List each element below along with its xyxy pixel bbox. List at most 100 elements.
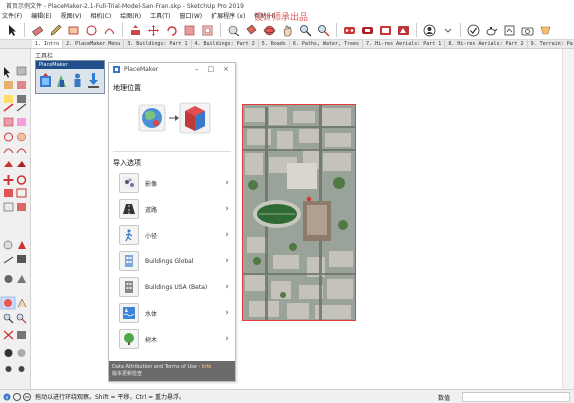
placemaker-logo-icon — [113, 65, 120, 73]
location-section-title: 地理位置 — [113, 84, 141, 92]
chevron-right-icon: › — [225, 308, 229, 318]
placemaker-import-icon[interactable] — [39, 72, 52, 89]
left-tool-icons[interactable] — [0, 49, 31, 389]
scene-tab-aerials-1[interactable]: 7. Hi-res Aerials: Part 1 — [363, 40, 446, 48]
push-pull-icon[interactable] — [128, 23, 143, 38]
zoom-extents-icon[interactable] — [316, 23, 331, 38]
scene-tab-buildings-2[interactable]: 4. Buildings: Part 2 — [192, 40, 259, 48]
status-hint: 拖动以进行环绕观察。Shift = 平移，Ctrl = 重力悬浮。 — [35, 394, 185, 401]
arc-icon[interactable] — [102, 23, 117, 38]
right-panel-strip — [562, 49, 574, 389]
measurements-input[interactable] — [462, 392, 570, 402]
option-paths[interactable]: 小径 › — [109, 222, 235, 248]
watermark-text: 设计师承出品 — [254, 13, 309, 23]
option-buildings-global[interactable]: Buildings Global › — [109, 248, 235, 274]
aerial-map-image[interactable] — [242, 104, 356, 321]
buildings-usa-icon — [119, 277, 139, 297]
circle-icon[interactable] — [84, 23, 99, 38]
menu-window[interactable]: 窗口(W) — [180, 11, 203, 20]
scene-tab-intro[interactable]: 1. Intro — [32, 40, 64, 48]
floating-toolbar-title: PlaceMaker — [36, 61, 104, 69]
window-title: 首页示例文件 - PlaceMaker-2.1-Full-Trial-Model… — [6, 2, 244, 10]
roads-icon — [119, 199, 139, 219]
close-icon[interactable]: × — [223, 65, 229, 73]
scene-tab-aerials-2[interactable]: 8. Hi-res Aerials: Part 2 — [445, 40, 528, 48]
toolbar-separator — [122, 23, 123, 37]
sketchup-window: 首页示例文件 - PlaceMaker-2.1-Full-Trial-Model… — [0, 0, 574, 403]
check-icon[interactable] — [466, 23, 481, 38]
offset-icon[interactable] — [200, 23, 215, 38]
geo-location-icon[interactable] — [13, 392, 21, 401]
placemaker-person-icon[interactable] — [71, 72, 84, 89]
toolbar-separator — [336, 23, 337, 37]
main-toolbar — [0, 21, 574, 40]
menu-edit[interactable]: 编辑(E) — [31, 11, 51, 20]
layout-icon[interactable] — [378, 23, 393, 38]
camera-icon[interactable] — [520, 23, 535, 38]
menu-draw[interactable]: 绘图(R) — [120, 11, 141, 20]
menu-extensions[interactable]: 扩展程序 (x) — [211, 11, 245, 20]
option-trees[interactable]: 树木 › — [109, 326, 235, 352]
scene-tab-terrain[interactable]: 9. Terrain: Pa — [528, 40, 574, 48]
buildings-global-icon — [119, 251, 139, 271]
placemaker-dialog: PlaceMaker – □ × 地理位置 导入选项 影像 › 道路 › 小径 … — [108, 62, 236, 382]
pencil-icon[interactable] — [48, 23, 63, 38]
chevron-right-icon: › — [225, 334, 229, 344]
aerial-imagery-graphic — [243, 105, 355, 320]
extension-icon[interactable] — [360, 23, 375, 38]
chevron-down-icon[interactable] — [440, 23, 455, 38]
zoom-icon[interactable] — [298, 23, 313, 38]
info-circle-icon[interactable] — [3, 393, 11, 401]
option-buildings-global-label: Buildings Global — [145, 257, 194, 265]
credits-icon[interactable] — [23, 392, 31, 401]
pan-icon[interactable] — [280, 23, 295, 38]
rectangle-icon[interactable] — [66, 23, 81, 38]
tape-measure-icon[interactable] — [226, 23, 241, 38]
chevron-right-icon: › — [225, 230, 229, 240]
rotate-icon[interactable] — [164, 23, 179, 38]
paths-icon — [119, 225, 139, 245]
orbit-icon[interactable] — [262, 23, 277, 38]
scale-icon[interactable] — [182, 23, 197, 38]
option-roads[interactable]: 道路 › — [109, 196, 235, 222]
menu-file[interactable]: 文件(F) — [2, 11, 22, 20]
info-link[interactable]: Info — [202, 364, 211, 370]
imagery-icon — [119, 173, 139, 193]
option-buildings-usa-label: Buildings USA (Beta) — [145, 283, 208, 291]
warehouse-icon[interactable] — [342, 23, 357, 38]
select-icon[interactable] — [4, 23, 19, 38]
scene-tab-buildings-1[interactable]: 3. Buildings: Part 1 — [124, 40, 192, 48]
placemaker-location-icon[interactable] — [55, 72, 68, 89]
scene-icon[interactable] — [538, 23, 553, 38]
menu-view[interactable]: 视图(V) — [61, 11, 82, 20]
toolbar-separator — [220, 23, 221, 37]
floating-toolbar-label: 工具栏 — [35, 53, 54, 60]
maximize-icon[interactable]: □ — [208, 65, 215, 73]
scene-tab-placemaker-menu[interactable]: 2. PlaceMaker Menu — [63, 40, 125, 48]
placemaker-download-icon[interactable] — [87, 72, 100, 89]
move-icon[interactable] — [146, 23, 161, 38]
paint-bucket-icon[interactable] — [244, 23, 259, 38]
user-icon[interactable] — [422, 23, 437, 38]
scene-tab-roads[interactable]: 5. Roads — [259, 40, 290, 48]
scene-tabs: 1. Intro 2. PlaceMaker Menu 3. Buildings… — [0, 40, 574, 49]
chevron-right-icon: › — [225, 204, 229, 214]
scene-tab-paths-water-trees[interactable]: 6. Paths, Water, Trees — [290, 40, 364, 48]
style-icon[interactable] — [396, 23, 411, 38]
status-bar: 拖动以进行环绕观察。Shift = 平移，Ctrl = 重力悬浮。 数值 — [0, 389, 574, 403]
option-water[interactable]: 水体 › — [109, 300, 235, 326]
option-roads-label: 道路 — [145, 206, 158, 214]
toolbar-separator — [24, 23, 25, 37]
menu-camera[interactable]: 相机(C) — [90, 11, 111, 20]
option-imagery-label: 影像 — [145, 180, 158, 188]
menu-tools[interactable]: 工具(T) — [150, 11, 170, 20]
update-check-link[interactable]: 版本更新检查 — [112, 371, 232, 378]
eraser-icon[interactable] — [30, 23, 45, 38]
teapot-icon[interactable] — [484, 23, 499, 38]
placemaker-floating-toolbar: PlaceMaker — [35, 60, 105, 94]
section-icon[interactable] — [502, 23, 517, 38]
minimize-icon[interactable]: – — [195, 65, 199, 73]
attribution-text: Data Attribution and Terms of Use - — [112, 364, 202, 370]
option-buildings-usa[interactable]: Buildings USA (Beta) › — [109, 274, 235, 300]
option-imagery[interactable]: 影像 › — [109, 170, 235, 196]
